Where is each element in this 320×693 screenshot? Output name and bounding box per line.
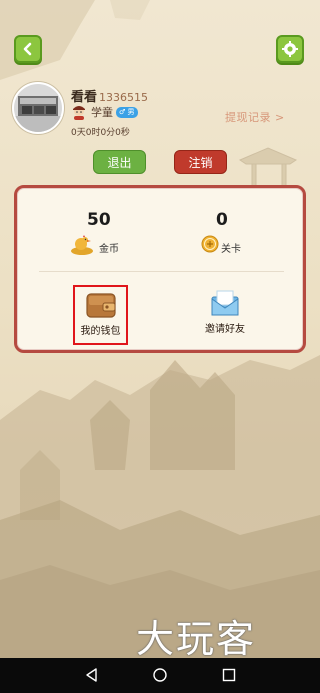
cancel-account-button[interactable]: 注销 [174, 150, 227, 174]
rank-title: 学童 [91, 106, 113, 119]
username: 看看 [71, 90, 98, 105]
rank-line: 学童 ♂ 男 [71, 104, 138, 120]
nav-back-icon[interactable] [84, 667, 100, 683]
user-id: 1336515 [99, 91, 149, 104]
scholar-avatar-icon [73, 106, 85, 120]
account-panel: 50 金币 0 关卡 我的钱包 邀请好友 [14, 185, 306, 353]
coin-badge-icon [201, 235, 219, 253]
withdraw-records-link[interactable]: 提现记录 > [225, 109, 285, 125]
panel-divider [39, 271, 284, 272]
avatar-photo [14, 84, 62, 132]
gear-icon [282, 41, 298, 57]
avatar[interactable] [12, 82, 64, 134]
nav-recents-icon[interactable] [221, 667, 237, 683]
invite-label: 邀请好友 [205, 324, 245, 335]
watermark: 大玩客 [136, 617, 257, 661]
coins-label: 金币 [99, 244, 119, 255]
coins-value: 50 [87, 210, 111, 230]
invite-friends-button[interactable]: 邀请好友 [195, 289, 255, 335]
envelope-icon [211, 290, 239, 316]
levels-label: 关卡 [221, 244, 241, 255]
profile-name-line: 看看 1336515 [71, 86, 148, 105]
back-button[interactable] [14, 35, 42, 63]
wallet-button[interactable]: 我的钱包 [73, 285, 128, 345]
logout-button[interactable]: 退出 [93, 150, 146, 174]
wallet-label: 我的钱包 [80, 326, 121, 337]
levels-value: 0 [216, 210, 228, 230]
chevron-left-icon [23, 42, 32, 56]
gold-chicken-icon [71, 235, 93, 255]
wallet-icon [85, 293, 116, 318]
gender-badge: ♂ 男 [116, 106, 138, 118]
nav-home-icon[interactable] [152, 667, 168, 683]
system-navigation-bar [0, 658, 320, 693]
online-time: 0天0时0分0秒 [71, 128, 130, 138]
settings-button[interactable] [276, 35, 304, 63]
